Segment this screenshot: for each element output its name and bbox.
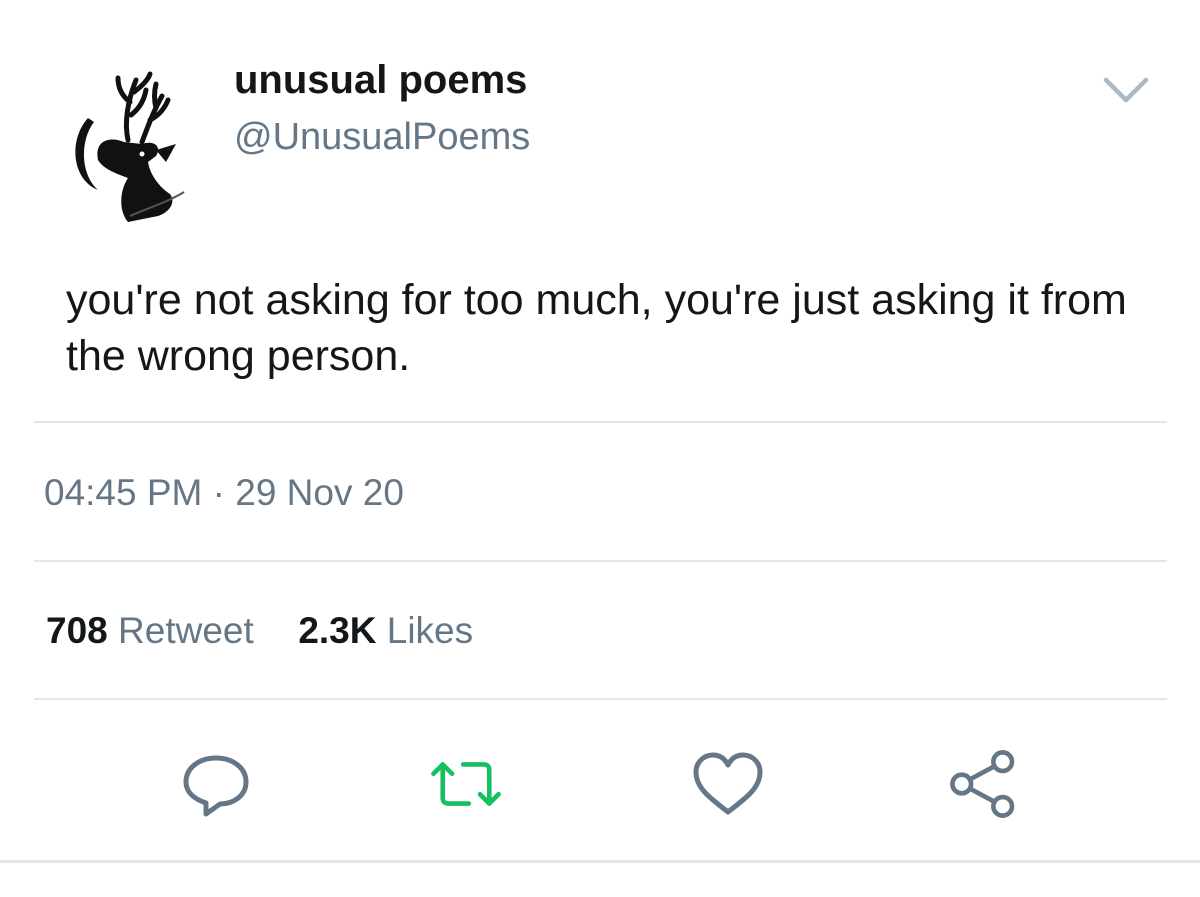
- deer-logo-icon: [75, 71, 185, 222]
- like-button[interactable]: [688, 744, 768, 824]
- reply-icon: [183, 755, 249, 817]
- retweet-stat[interactable]: 708 Retweet: [46, 610, 264, 651]
- user-handle[interactable]: @UnusualPoems: [234, 114, 530, 160]
- share-icon: [950, 750, 1015, 818]
- like-stat[interactable]: 2.3K Likes: [288, 610, 473, 651]
- tweet-menu-button[interactable]: [1098, 70, 1154, 110]
- tweet-timestamp[interactable]: 04:45 PM · 29 Nov 20: [44, 470, 404, 516]
- engagement-stats: 708 Retweet 2.3K Likes: [46, 608, 473, 654]
- heart-icon: [693, 752, 763, 815]
- divider: [34, 698, 1167, 700]
- retweet-count: 708: [46, 610, 108, 651]
- tweet-text: you're not asking for too much, you're j…: [66, 276, 1127, 380]
- retweet-label: Retweet: [118, 610, 254, 651]
- divider: [34, 421, 1167, 423]
- retweet-icon: [431, 762, 501, 806]
- like-count: 2.3K: [298, 610, 377, 651]
- divider: [34, 560, 1167, 562]
- chevron-down-icon: [1103, 77, 1149, 103]
- bottom-divider: [0, 860, 1200, 863]
- reply-button[interactable]: [176, 744, 256, 824]
- retweet-button[interactable]: [426, 744, 506, 824]
- avatar[interactable]: [58, 70, 208, 230]
- share-button[interactable]: [945, 744, 1025, 824]
- display-name[interactable]: unusual poems: [234, 56, 527, 104]
- like-label: Likes: [386, 610, 474, 651]
